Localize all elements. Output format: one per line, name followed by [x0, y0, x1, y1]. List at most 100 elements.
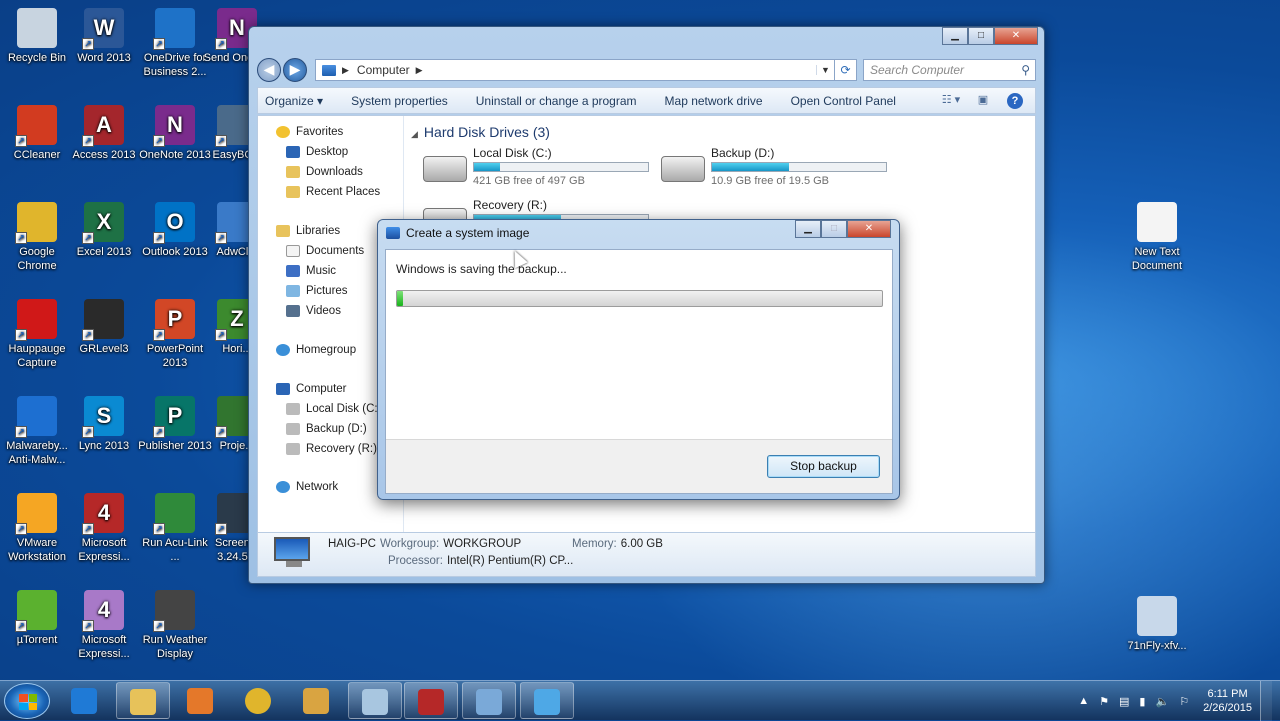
nav-pictures[interactable]: Pictures	[286, 285, 348, 297]
desktop-icon-ccleaner[interactable]: ↗ CCleaner	[0, 105, 74, 162]
nav-recent-places[interactable]: Recent Places	[286, 186, 380, 198]
shortcut-arrow-icon: ↗	[15, 620, 27, 632]
lync-icon: S ↗	[82, 396, 124, 438]
desktop-icon-vmware[interactable]: ↗ VMware Workstation	[0, 493, 74, 564]
nav-local-disk[interactable]: Local Disk (C:)	[286, 403, 381, 415]
flag-icon[interactable]: ⚐	[1179, 695, 1189, 708]
backup-progress-bar	[396, 290, 883, 307]
network-signal-icon[interactable]: ▮	[1139, 695, 1145, 708]
drive-local-disk[interactable]: Local Disk (C:) 421 GB free of 497 GB	[423, 146, 653, 190]
desktop-icon-lync[interactable]: S ↗ Lync 2013	[67, 396, 141, 453]
desktop-icon-word[interactable]: W ↗ Word 2013	[67, 8, 141, 65]
desktop-icon-malwarebytes[interactable]: ↗ Malwareby... Anti-Malw...	[0, 396, 74, 467]
breadcrumb-separator[interactable]: ▶	[342, 65, 349, 76]
powerpoint-icon: P ↗	[153, 299, 195, 341]
forward-button[interactable]: ▶	[283, 58, 307, 82]
address-bar[interactable]: ▶ Computer ▶ ▼	[315, 59, 835, 81]
desktop-icon-label: New Text Document	[1131, 246, 1183, 272]
desktop-icon-access[interactable]: A ↗ Access 2013	[67, 105, 141, 162]
preview-pane-icon[interactable]: ▣	[973, 93, 993, 109]
publisher-icon: P ↗	[153, 396, 195, 438]
chevron-down-icon[interactable]: ▼	[816, 65, 834, 75]
taskbar-file-explorer[interactable]	[116, 682, 170, 719]
workgroup-value: WORKGROUP	[443, 538, 522, 550]
star-icon	[276, 126, 290, 138]
view-options-icon[interactable]: ☷ ▾	[941, 93, 961, 109]
action-center-icon[interactable]: ⚑	[1099, 695, 1109, 708]
nav-desktop[interactable]: Desktop	[286, 146, 348, 158]
desktop-icon-text-document[interactable]: New Text Document	[1120, 202, 1194, 273]
organize-menu[interactable]: Organize ▾	[265, 94, 323, 108]
maximize-button[interactable]: □	[821, 220, 847, 238]
nav-backup[interactable]: Backup (D:)	[286, 423, 367, 435]
nav-downloads[interactable]: Downloads	[286, 166, 363, 178]
nav-favorites[interactable]: Favorites	[276, 126, 343, 138]
nav-music[interactable]: Music	[286, 265, 336, 277]
search-input[interactable]: Search Computer ⚲	[863, 59, 1036, 81]
search-icon[interactable]: ⚲	[1021, 63, 1030, 77]
desktop-icon-label: Recycle Bin	[7, 52, 67, 64]
system-properties-button[interactable]: System properties	[351, 94, 448, 108]
start-button[interactable]	[4, 683, 50, 719]
printer-icon[interactable]: ▤	[1119, 695, 1129, 708]
nav-computer[interactable]: Computer	[276, 383, 347, 395]
desktop-icon-weather-display[interactable]: ↗ Run Weather Display	[138, 590, 212, 661]
clock[interactable]: 6:11 PM 2/26/2015	[1203, 687, 1252, 715]
taskbar-paint[interactable]	[290, 682, 344, 719]
nav-videos[interactable]: Videos	[286, 305, 341, 317]
drive-free-space: 10.9 GB free of 19.5 GB	[711, 175, 830, 187]
refresh-button[interactable]: ⟳	[835, 59, 857, 81]
taskbar-internet-explorer[interactable]	[58, 682, 112, 719]
desktop-icon-chrome[interactable]: ↗ Google Chrome	[0, 202, 74, 273]
image-file-icon	[1137, 596, 1177, 636]
stop-backup-button[interactable]: Stop backup	[767, 455, 880, 478]
close-button[interactable]: ✕	[994, 27, 1038, 45]
expression-icon: 4 ↗	[82, 493, 124, 535]
uninstall-program-button[interactable]: Uninstall or change a program	[476, 94, 637, 108]
nav-label: Network	[296, 481, 339, 493]
shortcut-arrow-icon: ↗	[153, 620, 165, 632]
nav-homegroup[interactable]: Homegroup	[276, 344, 356, 356]
taskbar-chrome[interactable]	[232, 682, 286, 719]
taskbar-backup[interactable]	[520, 682, 574, 719]
desktop-icon-image-file[interactable]: 71nFly-xfv...	[1120, 596, 1194, 653]
desktop-icon-excel[interactable]: X ↗ Excel 2013	[67, 202, 141, 259]
dialog-close-button[interactable]: ✕	[847, 220, 891, 238]
onenote-icon: N ↗	[153, 105, 195, 147]
desktop-icon-recycle-bin[interactable]: Recycle Bin	[0, 8, 74, 65]
shortcut-arrow-icon: ↗	[215, 38, 227, 50]
drive-backup[interactable]: Backup (D:) 10.9 GB free of 19.5 GB	[661, 146, 891, 190]
back-button[interactable]: ◀	[257, 58, 281, 82]
grlevel3-icon: ↗	[82, 299, 124, 341]
nav-recovery[interactable]: Recovery (R:)	[286, 443, 377, 455]
nav-libraries[interactable]: Libraries	[276, 225, 340, 237]
desktop-icon-label: Microsoft Expressi...	[78, 634, 130, 660]
taskbar-control-panel[interactable]	[462, 682, 516, 719]
desktop-icon-grlevel3[interactable]: ↗ GRLevel3	[67, 299, 141, 356]
map-network-drive-button[interactable]: Map network drive	[665, 94, 763, 108]
details-pane: HAIG-PC Workgroup: WORKGROUP Memory: 6.00 …	[257, 533, 1036, 577]
nav-network[interactable]: Network	[276, 481, 338, 493]
show-hidden-icons-icon[interactable]: ▲	[1078, 695, 1089, 707]
toolbar-right: ☷ ▾ ▣ ?	[929, 92, 1035, 109]
taskbar-media-player[interactable]	[174, 682, 228, 719]
show-desktop-button[interactable]	[1260, 681, 1272, 721]
taskbar-expression[interactable]	[404, 682, 458, 719]
desktop-icon-expression[interactable]: 4 ↗ Microsoft Expressi...	[67, 493, 141, 564]
hard-disk-group-header[interactable]: ◢ Hard Disk Drives (3)	[411, 124, 550, 140]
volume-icon[interactable]: 🔈	[1155, 695, 1169, 708]
memory-value: 6.00 GB	[620, 538, 663, 550]
nav-documents[interactable]: Documents	[286, 245, 364, 257]
maximize-button[interactable]: □	[968, 27, 994, 45]
taskbar-notepad[interactable]	[348, 682, 402, 719]
open-control-panel-button[interactable]: Open Control Panel	[791, 94, 896, 108]
help-icon[interactable]: ?	[1007, 92, 1023, 109]
breadcrumb-separator[interactable]: ▶	[416, 65, 423, 76]
desktop-icon-hauppauge[interactable]: ↗ Hauppauge Capture	[0, 299, 74, 370]
desktop-icon-utorrent[interactable]: ↗ µTorrent	[0, 590, 74, 647]
desktop-icon-expression[interactable]: 4 ↗ Microsoft Expressi...	[67, 590, 141, 661]
breadcrumb-computer[interactable]: Computer	[357, 63, 410, 77]
minimize-button[interactable]: ▁	[942, 27, 968, 45]
taskbar: ▲ ⚑ ▤ ▮ 🔈 ⚐ 6:11 PM 2/26/2015	[0, 680, 1280, 721]
minimize-button[interactable]: ▁	[795, 220, 821, 238]
